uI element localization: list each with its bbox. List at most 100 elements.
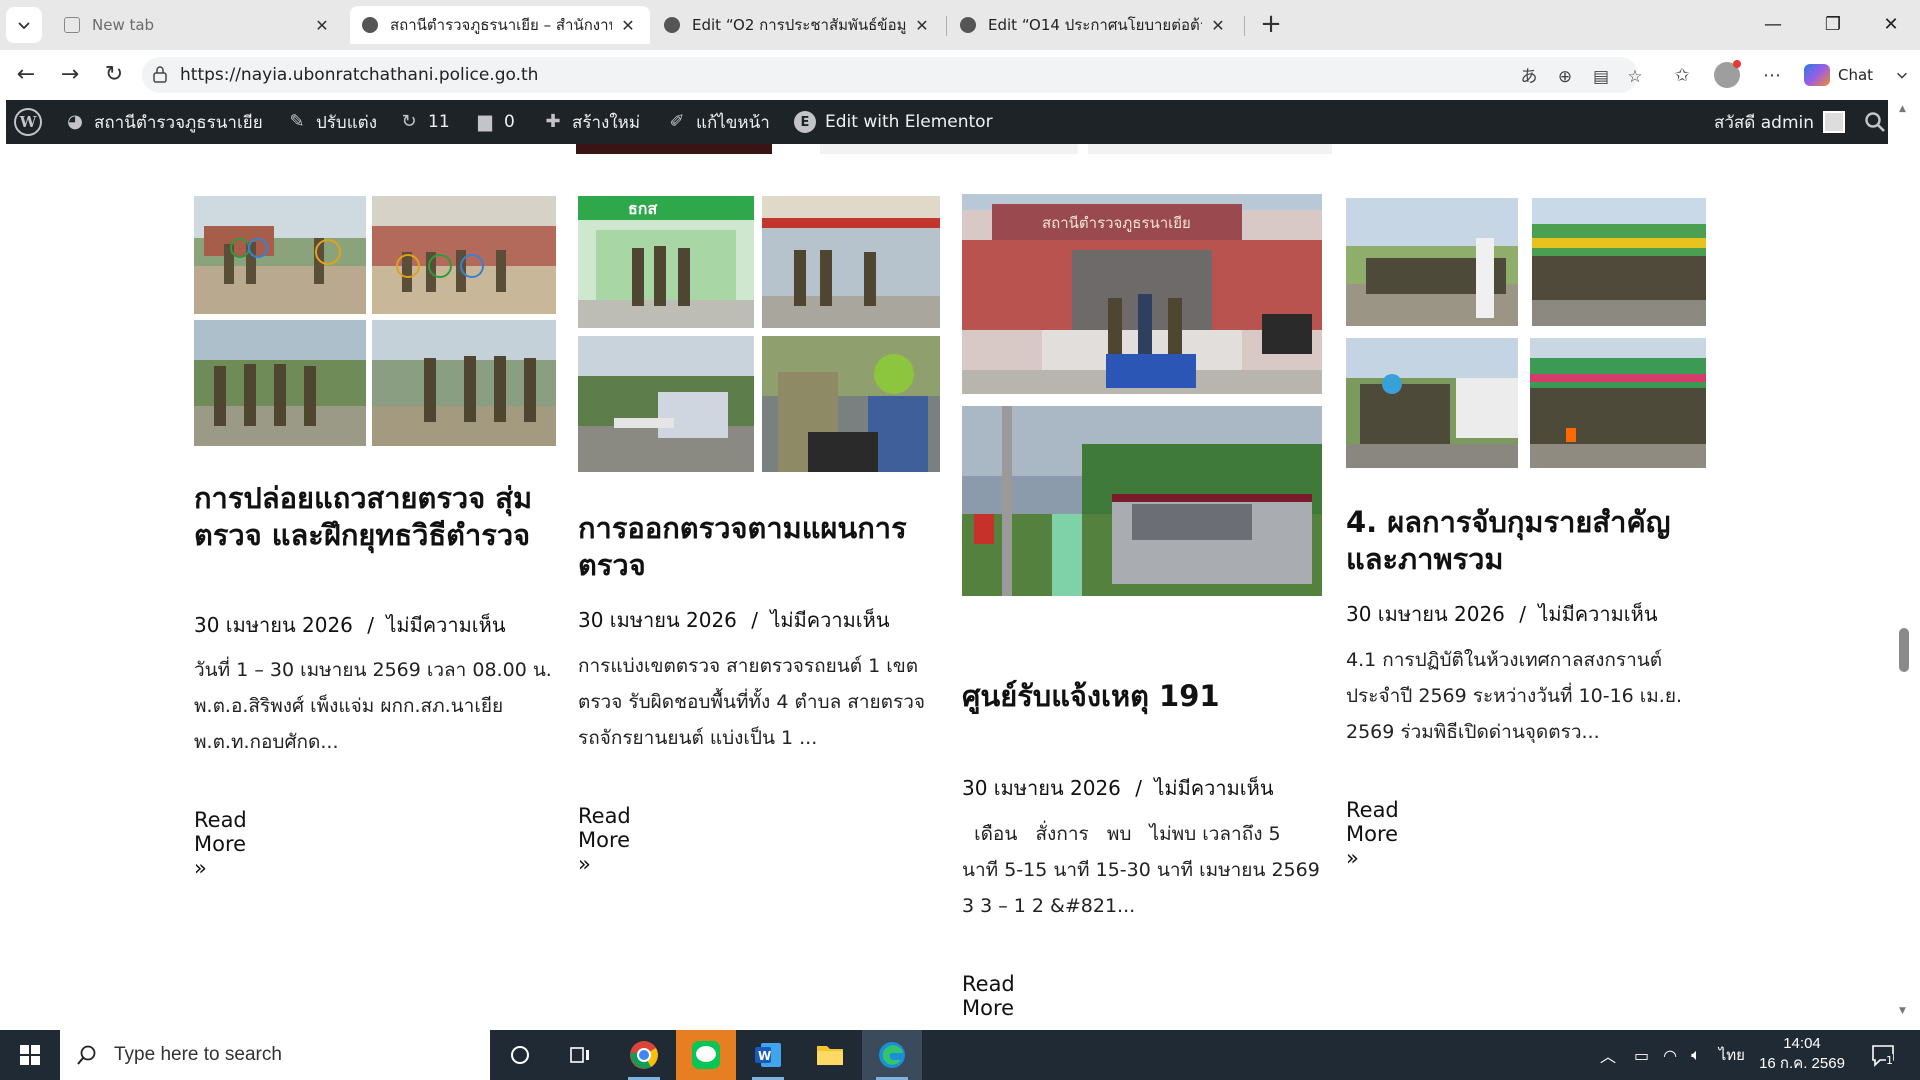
tab-title: New tab	[92, 16, 155, 34]
read-more-link[interactable]: Read More »	[962, 972, 1015, 1028]
notification-center-button[interactable]: 1	[1870, 1042, 1896, 1068]
updates-icon: ↻	[401, 111, 417, 132]
close-icon[interactable]: ✕	[912, 16, 932, 35]
tab-police-station[interactable]: สถานีตำรวจภูธรนาเยีย – สำนักงานตำรว ✕	[350, 6, 650, 44]
scroll-up-icon[interactable]: ▲	[1899, 104, 1906, 114]
window-close-icon[interactable]: ✕	[1868, 10, 1914, 40]
search-icon	[77, 1045, 96, 1065]
scrollbar-track[interactable]	[1888, 100, 1900, 1030]
battery-icon[interactable]: ▭	[1634, 1046, 1649, 1065]
edge-app[interactable]	[862, 1030, 922, 1080]
post-comments[interactable]: ไม่มีความเห็น	[770, 608, 889, 632]
store-sign-text: ธกส	[628, 199, 657, 218]
file-explorer-app[interactable]	[800, 1030, 860, 1080]
minimize-icon[interactable]: —	[1750, 10, 1796, 40]
page-content: การปล่อยแถวสายตรวจ สุ่มตรวจ และฝึกยุทธวิ…	[6, 144, 1900, 1028]
elementor-icon: E	[794, 111, 816, 133]
admin-search-button[interactable]	[1864, 100, 1886, 144]
customize-link[interactable]: ✎ ปรับแต่ง	[286, 100, 377, 144]
taskbar-search-box[interactable]: Type here to search	[60, 1030, 490, 1080]
post-comments[interactable]: ไม่มีความเห็น	[1538, 602, 1657, 626]
post-title[interactable]: การปล่อยแถวสายตรวจ สุ่มตรวจ และฝึกยุทธวิ…	[194, 480, 554, 554]
favorites-icon[interactable]: ✩	[1670, 64, 1694, 88]
zoom-icon[interactable]: ⊕	[1554, 66, 1576, 88]
chat-label: Chat	[1838, 66, 1874, 84]
reader-icon[interactable]: ▤	[1590, 66, 1612, 88]
post-thumbnail[interactable]	[194, 196, 556, 446]
post-excerpt: วันที่ 1 – 30 เมษายน 2569 เวลา 08.00 น. …	[194, 659, 552, 753]
restore-icon[interactable]: ❐	[1810, 10, 1856, 40]
updates-link[interactable]: ↻ 11	[398, 100, 449, 144]
lock-icon	[153, 66, 167, 83]
tab-edit-o2[interactable]: Edit “O2 การประชาสัมพันธ์ข้อมูลข่าวส ✕	[652, 6, 944, 44]
svg-text:W: W	[758, 1049, 771, 1063]
tab-separator	[1244, 16, 1245, 36]
post-title[interactable]: การออกตรวจตามแผนการตรวจ	[578, 510, 940, 584]
post-excerpt: เดือน สั่งการ พบ ไม่พบ เวลาถึง 5 นาที 5-…	[962, 823, 1326, 917]
close-icon[interactable]: ✕	[1208, 16, 1228, 35]
chrome-icon	[630, 1041, 658, 1069]
task-view-button[interactable]	[550, 1030, 610, 1080]
read-more-link[interactable]: Read More »	[1346, 798, 1399, 870]
reload-icon[interactable]: ↻	[98, 60, 130, 90]
tab-title: สถานีตำรวจภูธรนาเยีย – สำนักงานตำรว	[390, 16, 612, 34]
elementor-label: Edit with Elementor	[825, 112, 993, 132]
close-icon[interactable]: ✕	[618, 16, 638, 35]
chevron-up-icon[interactable]: ︿	[1600, 1043, 1616, 1067]
edit-with-elementor-link[interactable]: E Edit with Elementor	[794, 100, 993, 144]
post-thumbnail[interactable]: สถานีตำรวจภูธรนาเยีย	[962, 194, 1322, 596]
cortana-button[interactable]	[490, 1030, 550, 1080]
clock-time: 14:04	[1783, 1035, 1821, 1052]
copilot-chat-button[interactable]: Chat	[1804, 59, 1909, 91]
comment-icon: ▆	[478, 111, 492, 132]
site-favicon-icon	[664, 17, 680, 33]
site-name-menu[interactable]: ◕ สถานีตำรวจภูธรนาเยีย	[64, 100, 263, 144]
wifi-icon[interactable]: ◠	[1663, 1046, 1677, 1065]
favorite-star-icon[interactable]: ☆	[1624, 66, 1646, 88]
wp-logo-menu[interactable]: W	[14, 100, 42, 144]
chrome-app[interactable]	[614, 1030, 674, 1080]
scroll-down-icon[interactable]: ▼	[1899, 1006, 1906, 1016]
volume-icon[interactable]: 🔈︎	[1691, 1045, 1701, 1065]
language-indicator[interactable]: ไทย	[1719, 1043, 1745, 1067]
edit-page-link[interactable]: ✐ แก้ไขหน้า	[666, 100, 769, 144]
edge-icon	[879, 1042, 905, 1068]
line-app[interactable]	[676, 1030, 736, 1080]
tab-edit-o14[interactable]: Edit “O14 ประกาศนโยบายต่อต้านการสิ ✕	[948, 6, 1240, 44]
my-account-menu[interactable]: สวัสดี admin	[1714, 100, 1846, 144]
tab-list-button[interactable]	[6, 7, 42, 43]
clock-date: 16 ก.ค. 2569	[1759, 1055, 1845, 1072]
post-comments[interactable]: ไม่มีความเห็น	[1154, 776, 1273, 800]
meta-separator: /	[1519, 602, 1526, 626]
comments-link[interactable]: ▆ 0	[474, 100, 515, 144]
start-button[interactable]	[0, 1030, 60, 1080]
new-tab-plus-icon[interactable]: +	[1256, 10, 1286, 40]
word-app[interactable]: W	[738, 1030, 798, 1080]
tab-strip-remnant	[1088, 144, 1332, 154]
taskbar-clock[interactable]: 14:04 16 ก.ค. 2569	[1752, 1034, 1852, 1074]
close-icon[interactable]: ✕	[312, 16, 332, 35]
translate-icon[interactable]: あ	[1518, 66, 1540, 88]
read-more-link[interactable]: Read More »	[194, 808, 247, 880]
system-tray: ︿ ▭ ◠ 🔈︎ ไทย	[1600, 1030, 1745, 1080]
forward-icon[interactable]: →	[54, 60, 86, 90]
customize-label: ปรับแต่ง	[316, 112, 378, 133]
more-menu-icon[interactable]: ⋯	[1760, 64, 1784, 88]
post-title[interactable]: ศูนย์รับแจ้งเหตุ 191	[962, 678, 1322, 715]
new-content-menu[interactable]: ✚ สร้างใหม่	[542, 100, 640, 144]
address-bar[interactable]: https://nayia.ubonratchathani.police.go.…	[142, 57, 1643, 93]
notification-count: 1	[1886, 1054, 1893, 1067]
post-thumbnail[interactable]	[1346, 198, 1706, 468]
post-title[interactable]: 4. ผลการจับกุมรายสำคัญและภาพรวม	[1346, 504, 1706, 578]
post-comments[interactable]: ไม่มีความเห็น	[386, 613, 505, 637]
new-label: สร้างใหม่	[572, 112, 641, 133]
notification-dot-icon	[1733, 60, 1741, 68]
meta-separator: /	[751, 608, 758, 632]
chevron-down-icon[interactable]	[1895, 68, 1909, 82]
back-icon[interactable]: ←	[10, 60, 42, 90]
scrollbar-thumb[interactable]	[1899, 628, 1909, 672]
browser-toolbar: ← → ↻ https://nayia.ubonratchathani.poli…	[0, 50, 1920, 100]
read-more-link[interactable]: Read More »	[578, 804, 631, 876]
post-thumbnail[interactable]: ธกส	[578, 196, 940, 472]
tab-new-tab[interactable]: New tab ✕	[52, 6, 344, 44]
